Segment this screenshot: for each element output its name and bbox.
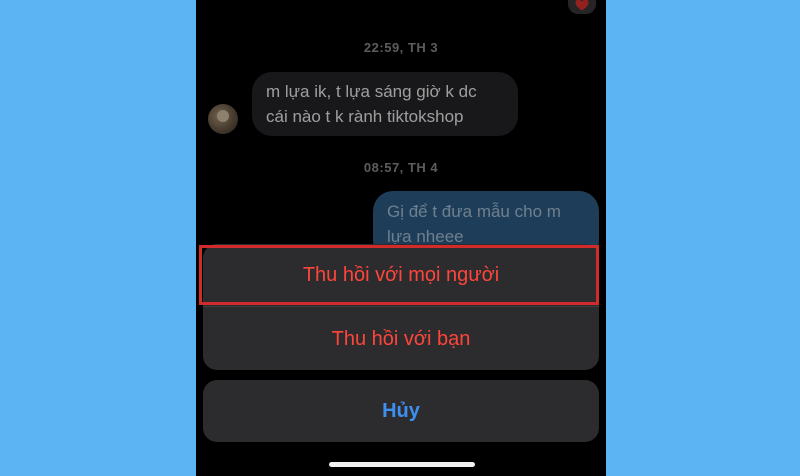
unsend-for-everyone-button[interactable]: Thu hồi với mọi người: [203, 244, 599, 306]
phone-screen: 22:59, TH 3 m lựa ik, t lựa sáng giờ k d…: [196, 0, 606, 476]
divider: [203, 306, 599, 307]
action-sheet-group: Thu hồi với mọi người Thu hồi với bạn: [203, 244, 599, 370]
stage-background: 22:59, TH 3 m lựa ik, t lựa sáng giờ k d…: [0, 0, 800, 476]
unsend-for-you-button[interactable]: Thu hồi với bạn: [203, 308, 599, 370]
cancel-button[interactable]: Hủy: [203, 380, 599, 442]
home-indicator[interactable]: [329, 462, 475, 467]
